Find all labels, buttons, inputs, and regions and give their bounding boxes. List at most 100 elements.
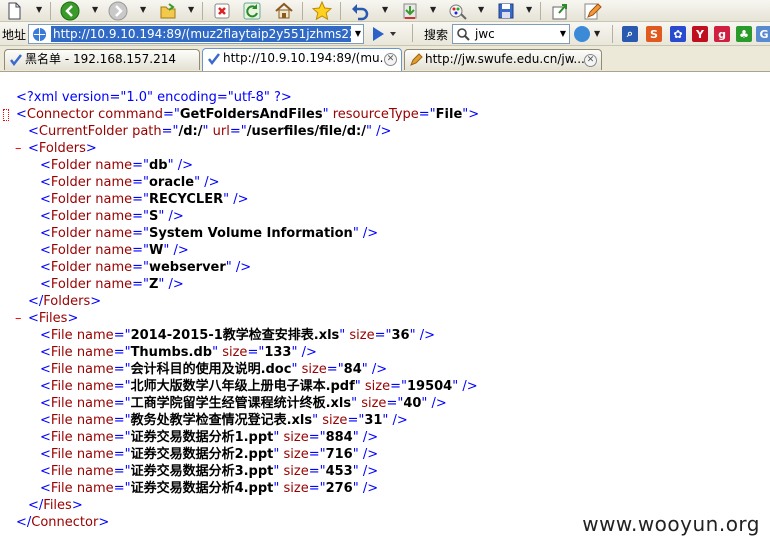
yahoo-icon[interactable]: Y bbox=[692, 26, 708, 42]
chevron-down-icon[interactable]: ▼ bbox=[560, 29, 566, 38]
toolbar-separator bbox=[412, 24, 413, 42]
tab-swufe[interactable]: http://jw.swufe.edu.cn/jw... ✕ bbox=[404, 49, 602, 70]
toolbar-separator bbox=[202, 2, 203, 20]
file-name: 证券交易数据分析4.ppt bbox=[130, 481, 274, 496]
address-input[interactable]: http://10.9.10.194:89/(muz2flaytaip2y551… bbox=[28, 24, 364, 44]
back-icon[interactable] bbox=[58, 0, 82, 22]
sogou-icon[interactable]: S bbox=[646, 26, 662, 42]
toolbar-separator bbox=[612, 25, 613, 43]
chevron-down-icon[interactable]: ▼ bbox=[188, 6, 196, 14]
file-size: 884 bbox=[325, 430, 353, 445]
folder-name: W bbox=[148, 243, 164, 258]
file-size: 40 bbox=[403, 396, 422, 411]
address-bar: 地址 http://10.9.10.194:89/(muz2flaytaip2y… bbox=[0, 22, 770, 46]
globe-icon[interactable] bbox=[574, 26, 590, 42]
tab-title: http://10.9.10.194:89/(mu... bbox=[223, 51, 392, 65]
google-g-icon[interactable]: G bbox=[756, 26, 770, 42]
files-close-tag: </Files> bbox=[28, 498, 83, 513]
folder-name: oracle bbox=[148, 175, 195, 190]
file-name: 工商学院留学生经管课程统计终板.xls bbox=[130, 396, 352, 411]
folder-name: db bbox=[148, 158, 168, 173]
forward-icon[interactable] bbox=[106, 0, 130, 22]
connector-command: GetFoldersAndFiles bbox=[179, 107, 323, 122]
close-icon[interactable]: ✕ bbox=[584, 54, 597, 67]
tab-title: http://jw.swufe.edu.cn/jw... bbox=[425, 52, 585, 66]
file-size: 84 bbox=[343, 362, 362, 377]
connector-resource-type: File bbox=[435, 107, 463, 122]
folder-name: Z bbox=[148, 277, 159, 292]
chevron-down-icon[interactable]: ▼ bbox=[430, 6, 438, 14]
connector-close-tag: </Connector> bbox=[16, 515, 110, 530]
files-open-tag: <Files> bbox=[28, 311, 79, 326]
tab-current-url[interactable]: http://10.9.10.194:89/(mu... ✕ bbox=[202, 48, 402, 71]
file-name: 2014-2015-1教学检查安排表.xls bbox=[130, 328, 340, 343]
edit-icon[interactable] bbox=[580, 0, 604, 22]
tools-icon[interactable] bbox=[446, 0, 470, 22]
search-input[interactable]: jwc ▼ bbox=[452, 24, 570, 44]
collapse-marker[interactable] bbox=[3, 109, 9, 121]
folder-entry: <Folder name="webserver" /> bbox=[40, 260, 252, 275]
export-icon[interactable] bbox=[548, 0, 572, 22]
address-url[interactable]: http://10.9.10.194:89/(muz2flaytaip2y551… bbox=[51, 26, 351, 42]
baidu-paw-icon[interactable]: ✿ bbox=[670, 26, 686, 42]
folder-entry: <Folder name="System Volume Information"… bbox=[40, 226, 379, 241]
folders-open-tag: <Folders> bbox=[28, 141, 97, 156]
file-size: 19504 bbox=[407, 379, 453, 394]
xml-document-view: <?xml version="1.0" encoding="utf-8" ?> … bbox=[0, 73, 770, 546]
chevron-down-icon[interactable]: ▼ bbox=[382, 6, 390, 14]
toolbar-separator bbox=[50, 2, 51, 20]
file-entry: <File name="会计科目的使用及说明.doc" size="84" /> bbox=[40, 362, 388, 377]
google-icon[interactable]: g bbox=[714, 26, 730, 42]
clover-icon[interactable]: ♣ bbox=[736, 26, 752, 42]
file-size: 36 bbox=[391, 328, 410, 343]
file-entry: <File name="教务处教学检查情况登记表.xls" size="31" … bbox=[40, 413, 408, 428]
chevron-down-icon[interactable]: ▼ bbox=[355, 29, 361, 38]
folder-entry: <Folder name="Z" /> bbox=[40, 277, 184, 292]
pen-icon bbox=[410, 53, 423, 66]
tab-blacklist[interactable]: 黑名单 - 192.168.157.214 bbox=[4, 49, 200, 70]
magnifier-icon[interactable]: ⌕ bbox=[622, 26, 638, 42]
chevron-down-icon[interactable]: ▼ bbox=[140, 6, 148, 14]
address-label: 地址 bbox=[2, 28, 27, 42]
new-page-icon[interactable] bbox=[2, 0, 26, 22]
tab-bar: 黑名单 - 192.168.157.214 http://10.9.10.194… bbox=[0, 46, 770, 72]
stop-icon[interactable] bbox=[210, 0, 234, 22]
search-value: jwc bbox=[475, 27, 495, 41]
save-icon[interactable] bbox=[494, 0, 518, 22]
current-folder-url: /userfiles/file/d:/ bbox=[246, 124, 366, 139]
folder-entry: <Folder name="W" /> bbox=[40, 243, 189, 258]
collapse-files-toggle[interactable]: – bbox=[15, 310, 22, 327]
favorites-star-icon[interactable] bbox=[310, 0, 334, 22]
folder-name: RECYCLER bbox=[148, 192, 224, 207]
refresh-icon[interactable] bbox=[240, 0, 264, 22]
open-icon[interactable] bbox=[156, 0, 180, 22]
browser-toolbar: ▼ ▼ ▼ ▼ ▼ ▼ ▼ ▼ bbox=[0, 0, 770, 22]
file-size: 453 bbox=[325, 464, 353, 479]
file-entry: <File name="证券交易数据分析1.ppt" size="884" /> bbox=[40, 430, 379, 445]
file-name: 北师大版数学八年级上册电子课本.pdf bbox=[130, 379, 355, 394]
check-icon bbox=[10, 54, 22, 67]
go-button[interactable] bbox=[370, 25, 398, 43]
folder-entry: <Folder name="S" /> bbox=[40, 209, 184, 224]
chevron-down-icon[interactable]: ▼ bbox=[526, 6, 534, 14]
chevron-down-icon[interactable]: ▼ bbox=[594, 30, 602, 38]
toolbar-separator bbox=[540, 2, 541, 20]
chevron-down-icon[interactable]: ▼ bbox=[478, 6, 486, 14]
home-icon[interactable] bbox=[272, 0, 296, 22]
folder-name: System Volume Information bbox=[148, 226, 353, 241]
file-entry: <File name="工商学院留学生经管课程统计终板.xls" size="4… bbox=[40, 396, 447, 411]
file-name: 证券交易数据分析3.ppt bbox=[130, 464, 274, 479]
close-icon[interactable]: ✕ bbox=[384, 53, 397, 66]
file-entry: <File name="Thumbs.db" size="133" /> bbox=[40, 345, 317, 360]
collapse-folders-toggle[interactable]: – bbox=[15, 140, 22, 157]
ie-page-icon bbox=[32, 27, 47, 42]
file-name: Thumbs.db bbox=[130, 345, 213, 360]
chevron-down-icon[interactable]: ▼ bbox=[36, 6, 44, 14]
file-entry: <File name="北师大版数学八年级上册电子课本.pdf" size="1… bbox=[40, 379, 478, 394]
download-icon[interactable] bbox=[398, 0, 422, 22]
undo-icon[interactable] bbox=[348, 0, 372, 22]
current-folder-path: /d:/ bbox=[178, 124, 203, 139]
file-name: 证券交易数据分析1.ppt bbox=[130, 430, 274, 445]
chevron-down-icon[interactable]: ▼ bbox=[92, 6, 100, 14]
folder-name: S bbox=[148, 209, 159, 224]
